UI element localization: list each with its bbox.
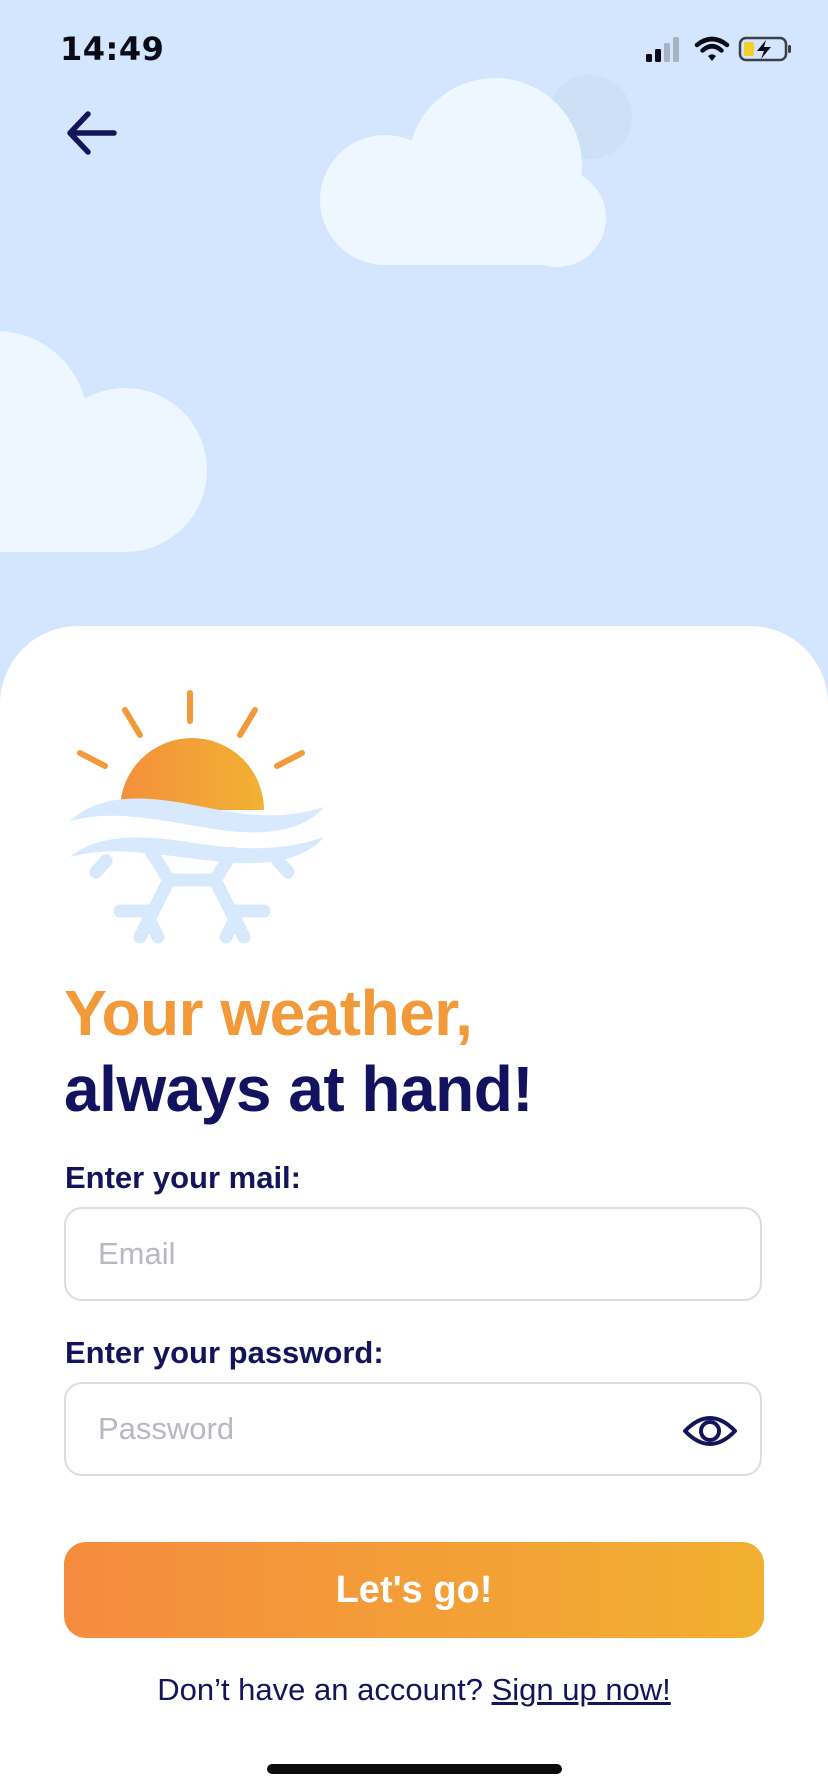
email-label: Enter your mail: [65,1160,301,1195]
signup-prompt: Don’t have an account? [157,1672,483,1707]
status-icons [644,34,794,66]
signup-link[interactable]: Sign up now! [492,1672,671,1707]
headline-line-2: always at hand! [64,1053,534,1125]
lets-go-button[interactable]: Let's go! [64,1542,764,1638]
email-input[interactable] [66,1209,760,1299]
password-input[interactable] [66,1384,760,1474]
arrow-left-icon [67,111,117,155]
sun-snow-logo-icon [70,690,324,944]
signup-row: Don’t have an account? Sign up now! [0,1672,828,1708]
wifi-icon [694,36,730,61]
battery-charging-icon [738,36,791,62]
show-password-button[interactable] [682,1408,738,1454]
eye-icon [683,1416,737,1446]
headline-line-1: Your weather, [64,977,473,1049]
back-button[interactable] [58,100,128,170]
home-indicator [267,1764,562,1774]
cloud-illustration-left [0,331,207,552]
status-time: 14:49 [60,30,165,68]
password-field-container [64,1382,762,1476]
email-field-container [64,1207,762,1301]
signal-icon [646,37,679,62]
cloud-illustration-top [320,75,632,267]
password-label: Enter your password: [65,1335,384,1370]
headline: Your weather, always at hand! [64,975,764,1127]
